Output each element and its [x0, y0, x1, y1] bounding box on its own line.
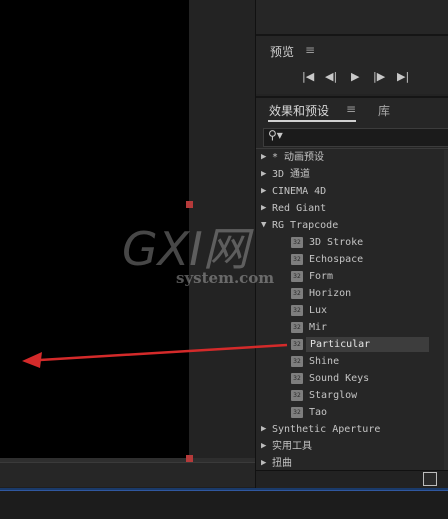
- tree-effect-label: Lux: [309, 305, 328, 316]
- effect-plugin-icon: 32: [291, 254, 303, 265]
- expand-arrow-icon[interactable]: ▶: [261, 421, 266, 438]
- tree-category[interactable]: ▶ 实用工具: [256, 438, 448, 455]
- effect-plugin-icon: 32: [291, 390, 303, 401]
- watermark-small-text: system.com: [176, 269, 274, 287]
- tree-category[interactable]: ▶ * 动画预设: [256, 149, 448, 166]
- effect-plugin-icon: 32: [291, 288, 303, 299]
- tree-category-label: * 动画预设: [272, 152, 325, 163]
- tree-effect[interactable]: 32 Tao: [256, 404, 448, 421]
- viewer-footer-bar: [0, 462, 255, 487]
- effect-plugin-icon: 32: [291, 339, 303, 350]
- tree-category-label: CINEMA 4D: [272, 186, 327, 197]
- watermark-big-text: GXI网: [122, 222, 255, 276]
- effect-plugin-icon: 32: [291, 271, 303, 282]
- tree-category-label: 实用工具: [272, 441, 312, 452]
- effect-plugin-icon: 32: [291, 305, 303, 316]
- tree-effect-label: Starglow: [309, 390, 358, 401]
- tree-effect-label: Mir: [309, 322, 328, 333]
- expand-arrow-icon[interactable]: ▶: [261, 183, 266, 200]
- play-icon[interactable]: ▶: [351, 70, 359, 84]
- expand-arrow-icon[interactable]: ▶: [261, 166, 266, 183]
- effect-plugin-icon: 32: [291, 373, 303, 384]
- tab-effects-presets[interactable]: 效果和预设: [269, 102, 329, 119]
- preview-menu-icon[interactable]: ≡: [305, 43, 315, 57]
- tree-effect-label: Echospace: [309, 254, 364, 265]
- tree-effect-label: Shine: [309, 356, 340, 367]
- layer-handle-top[interactable]: [186, 201, 193, 208]
- tree-category[interactable]: ▶ 3D 通道: [256, 166, 448, 183]
- status-bar: [0, 488, 448, 519]
- expand-arrow-icon[interactable]: ▶: [261, 438, 266, 455]
- tree-effect[interactable]: 32 Lux: [256, 302, 448, 319]
- effect-plugin-icon: 32: [291, 407, 303, 418]
- tree-effect[interactable]: 32 Starglow: [256, 387, 448, 404]
- effects-search-input[interactable]: [263, 128, 448, 147]
- last-frame-icon[interactable]: ▶|: [397, 70, 409, 84]
- tree-category-label: 3D 通道: [272, 169, 311, 180]
- tree-effect[interactable]: 32 Shine: [256, 353, 448, 370]
- layer-handle-bottom[interactable]: [186, 455, 193, 462]
- tree-effect-label: 3D Stroke: [309, 237, 364, 248]
- effect-plugin-icon: 32: [291, 322, 303, 333]
- effects-tree: ▶ * 动画预设 ▶ 3D 通道 ▶ CINEMA 4D ▶ Red Giant ▼ RG Tra…: [256, 149, 448, 469]
- active-tab-underline: [268, 120, 356, 122]
- tree-category-label: Synthetic Aperture: [272, 424, 381, 435]
- watermark-logo: GXI网 system.com: [122, 222, 274, 287]
- preview-panel-title: 预览: [270, 45, 295, 59]
- new-item-icon[interactable]: [423, 472, 437, 486]
- tree-effect[interactable]: 32 Mir: [256, 319, 448, 336]
- effects-scrollbar[interactable]: [444, 150, 448, 470]
- status-accent-line: [0, 490, 448, 491]
- effect-plugin-icon: 32: [291, 356, 303, 367]
- first-frame-icon[interactable]: |◀: [302, 70, 314, 84]
- tree-effect-label: Tao: [309, 407, 328, 418]
- search-icon[interactable]: ⚲▾: [268, 128, 283, 142]
- tree-effect-label: Horizon: [309, 288, 352, 299]
- tree-effect-selected[interactable]: 32 Particular: [256, 336, 448, 353]
- next-frame-icon[interactable]: |▶: [373, 70, 385, 84]
- effect-plugin-icon: 32: [291, 237, 303, 248]
- tree-effect[interactable]: 32 Sound Keys: [256, 370, 448, 387]
- tree-effect-label: Sound Keys: [309, 373, 370, 384]
- tab-library[interactable]: 库: [378, 102, 390, 119]
- effects-menu-icon[interactable]: ≡: [346, 102, 356, 116]
- tree-effect-label: Form: [309, 271, 334, 282]
- tree-category[interactable]: ▶ Synthetic Aperture: [256, 421, 448, 438]
- tree-category[interactable]: ▶ CINEMA 4D: [256, 183, 448, 200]
- expand-arrow-icon[interactable]: ▶: [261, 149, 266, 166]
- info-panel-stub: [256, 0, 448, 36]
- effects-footer-bar: [256, 470, 448, 489]
- prev-frame-icon[interactable]: ◀|: [325, 70, 337, 84]
- tree-effect-label: Particular: [306, 337, 429, 352]
